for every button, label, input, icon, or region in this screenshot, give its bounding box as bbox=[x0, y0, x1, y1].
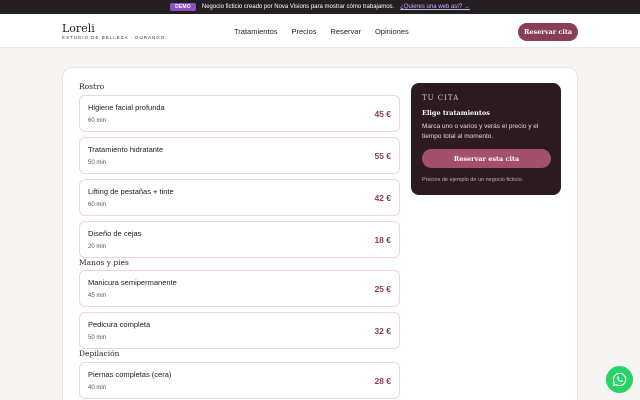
service-card[interactable]: Diseño de cejas 20 min 18 € bbox=[79, 221, 400, 258]
section-title-depilacion: Depilación bbox=[79, 349, 120, 358]
service-name: Higiene facial profunda bbox=[88, 103, 165, 112]
booking-summary-subheading: Elige tratamientos bbox=[422, 109, 490, 117]
section-title-manos-pies: Manos y pies bbox=[79, 258, 129, 267]
service-duration: 40 min bbox=[88, 385, 107, 391]
booking-summary-note: Precios de ejemplo de un negocio fictici… bbox=[422, 177, 524, 183]
service-name: Diseño de cejas bbox=[88, 229, 142, 238]
site-header: Loreli ESTUDIO DE BELLEZA · DURANGO Trat… bbox=[0, 14, 640, 48]
service-price: 25 € bbox=[374, 284, 391, 294]
service-name: Tratamiento hidratante bbox=[88, 145, 164, 154]
service-duration: 60 min bbox=[88, 202, 107, 208]
service-duration: 45 min bbox=[88, 293, 107, 299]
booking-summary-heading: TU CITA bbox=[422, 94, 460, 102]
service-name: Lifting de pestañas + tinte bbox=[88, 187, 174, 196]
service-name: Pedicura completa bbox=[88, 320, 151, 329]
book-appointment-button[interactable]: Reservar cita bbox=[518, 23, 578, 41]
nav-item-tratamientos[interactable]: Tratamientos bbox=[234, 27, 278, 36]
brand-subtitle: ESTUDIO DE BELLEZA · DURANGO bbox=[62, 35, 166, 40]
service-price: 28 € bbox=[374, 376, 391, 386]
service-duration: 50 min bbox=[88, 335, 107, 341]
service-duration: 50 min bbox=[88, 160, 107, 166]
service-card[interactable]: Manicura semipermanente 45 min 25 € bbox=[79, 270, 400, 307]
booking-summary: TU CITA Elige tratamientos Marca uno o v… bbox=[411, 83, 561, 195]
nav-item-opiniones[interactable]: Opiniones bbox=[375, 27, 409, 36]
booking-summary-description: Marca uno o varios y verás el precio y e… bbox=[422, 123, 539, 140]
nav-item-precios[interactable]: Precios bbox=[292, 27, 317, 36]
service-name: Piernas completas (cera) bbox=[88, 370, 172, 379]
service-duration: 60 min bbox=[88, 118, 107, 124]
demo-banner-link[interactable]: ¿Quieres una web así? → bbox=[400, 4, 470, 10]
service-duration: 20 min bbox=[88, 244, 107, 250]
whatsapp-button[interactable] bbox=[606, 366, 633, 393]
book-this-appointment-button[interactable]: Reservar esta cita bbox=[422, 149, 551, 168]
demo-banner-text: Negocio ficticio creado por Nova Visions… bbox=[201, 4, 395, 10]
service-card[interactable]: Pedicura completa 50 min 32 € bbox=[79, 312, 400, 349]
main-nav: Tratamientos Precios Reservar Opiniones bbox=[234, 27, 409, 36]
service-price: 18 € bbox=[374, 235, 391, 245]
nav-item-reservar[interactable]: Reservar bbox=[331, 27, 361, 36]
service-card[interactable]: Lifting de pestañas + tinte 60 min 42 € bbox=[79, 179, 400, 216]
service-price: 42 € bbox=[374, 193, 391, 203]
service-card[interactable]: Tratamiento hidratante 50 min 55 € bbox=[79, 137, 400, 174]
section-title-rostro: Rostro bbox=[79, 82, 105, 91]
service-card[interactable]: Piernas completas (cera) 40 min 28 € bbox=[79, 362, 400, 399]
demo-banner: DEMO Negocio ficticio creado por Nova Vi… bbox=[0, 0, 640, 14]
service-price: 45 € bbox=[374, 109, 391, 119]
service-name: Manicura semipermanente bbox=[88, 278, 177, 287]
brand-logo[interactable]: Loreli ESTUDIO DE BELLEZA · DURANGO bbox=[62, 23, 165, 40]
service-price: 55 € bbox=[374, 151, 391, 161]
demo-badge: DEMO bbox=[170, 3, 196, 11]
service-card[interactable]: Higiene facial profunda 60 min 45 € bbox=[79, 95, 400, 132]
whatsapp-icon bbox=[612, 372, 627, 387]
brand-name: Loreli bbox=[62, 22, 95, 35]
service-price: 32 € bbox=[374, 326, 391, 336]
